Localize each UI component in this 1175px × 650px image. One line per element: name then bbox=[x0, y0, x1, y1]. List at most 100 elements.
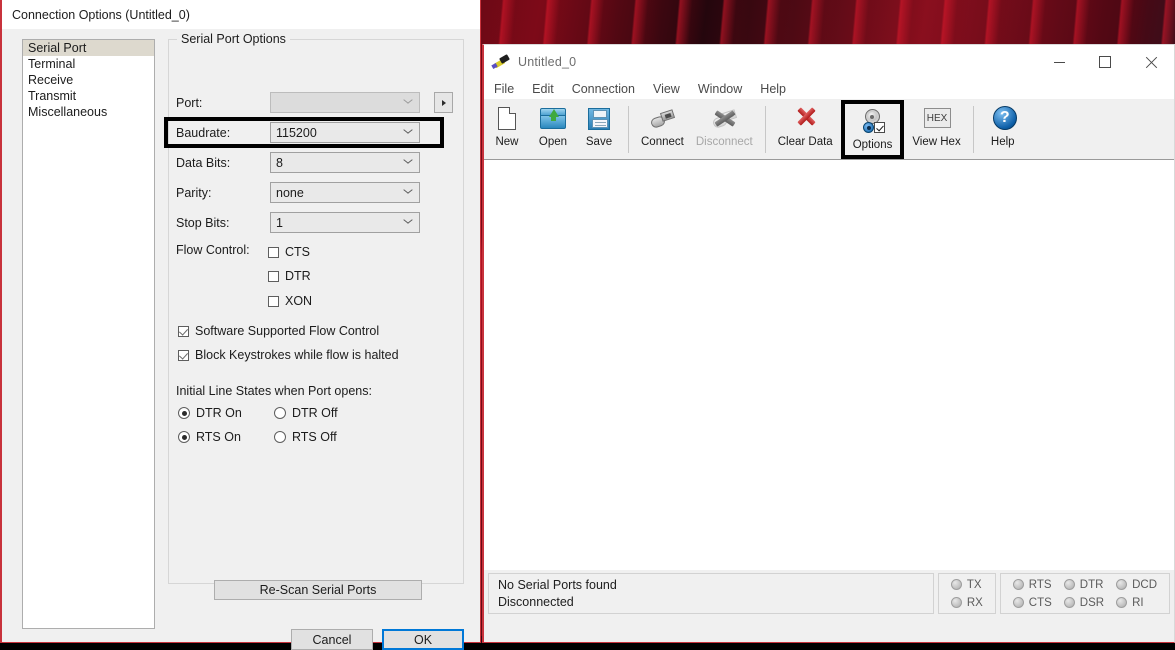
chevron-down-icon bbox=[404, 189, 412, 197]
radio-box-dtr-on bbox=[178, 407, 190, 419]
radio-dtr-off[interactable]: DTR Off bbox=[274, 404, 338, 422]
dialog-title: Connection Options (Untitled_0) bbox=[12, 7, 190, 22]
settings-category-list[interactable]: Serial Port Terminal Receive Transmit Mi… bbox=[22, 39, 155, 629]
led-label-dtr: DTR bbox=[1079, 578, 1104, 591]
field-data-bits: Data Bits: 8 bbox=[176, 152, 420, 173]
sidebar-item-terminal[interactable]: Terminal bbox=[23, 56, 154, 72]
checkbox-label-software-flow-control: Software Supported Flow Control bbox=[195, 324, 380, 338]
checkbox-box-cts bbox=[268, 246, 279, 258]
label-port: Port: bbox=[176, 95, 203, 110]
radio-rts-on[interactable]: RTS On bbox=[178, 428, 241, 446]
led-label-ri: RI bbox=[1132, 596, 1144, 609]
sidebar-item-serial-port[interactable]: Serial Port bbox=[23, 40, 154, 56]
connection-options-dialog: Connection Options (Untitled_0) Serial P… bbox=[0, 0, 481, 650]
minimize-button[interactable] bbox=[1036, 45, 1082, 79]
terminal-output-area[interactable] bbox=[484, 160, 1174, 570]
stop-bits-combobox[interactable]: 1 bbox=[270, 212, 420, 233]
open-folder-icon bbox=[537, 105, 569, 133]
toolbar-label-disconnect: Disconnect bbox=[695, 136, 753, 148]
checkbox-label-block-keystrokes: Block Keystrokes while flow is halted bbox=[195, 348, 399, 362]
sidebar-item-miscellaneous[interactable]: Miscellaneous bbox=[23, 104, 154, 120]
blue-question-help-icon: ? bbox=[987, 105, 1019, 133]
data-bits-combobox[interactable]: 8 bbox=[270, 152, 420, 173]
checkbox-xon[interactable]: XON bbox=[268, 292, 312, 310]
usb-connect-icon bbox=[646, 105, 678, 133]
menu-item-window[interactable]: Window bbox=[698, 82, 742, 96]
terminal-window-title: Untitled_0 bbox=[518, 55, 577, 69]
checkbox-label-xon: XON bbox=[285, 294, 313, 308]
led-indicator-rts: RTS bbox=[1012, 576, 1052, 594]
rescan-serial-ports-button[interactable]: Re-Scan Serial Ports bbox=[214, 580, 422, 600]
floppy-disk-icon bbox=[583, 105, 615, 133]
radio-box-rts-on bbox=[178, 431, 190, 443]
toolbar-button-save[interactable]: Save bbox=[576, 100, 622, 159]
label-stop-bits: Stop Bits: bbox=[176, 215, 230, 230]
toolbar-label-connect: Connect bbox=[641, 136, 684, 148]
triangle-right-icon bbox=[441, 99, 446, 106]
led-lamp-rts bbox=[1012, 579, 1024, 590]
baudrate-value: 115200 bbox=[276, 125, 317, 140]
toolbar-button-options[interactable]: Options bbox=[840, 100, 905, 159]
checkbox-label-cts: CTS bbox=[285, 245, 310, 259]
radio-box-dtr-off bbox=[274, 407, 286, 419]
ok-button[interactable]: OK bbox=[382, 629, 464, 650]
terminal-titlebar: Untitled_0 bbox=[484, 45, 1174, 79]
led-indicator-dcd: DCD bbox=[1116, 576, 1157, 594]
menu-item-view[interactable]: View bbox=[653, 82, 680, 96]
led-group-modem-lines: RTS CTS DTR DSR DCD RI bbox=[999, 573, 1170, 614]
parity-value: none bbox=[276, 185, 304, 200]
label-initial-line-states: Initial Line States when Port opens: bbox=[176, 384, 372, 398]
terminal-app-icon bbox=[491, 54, 510, 70]
status-line-ports: No Serial Ports found bbox=[498, 577, 617, 592]
checkbox-software-flow-control[interactable]: Software Supported Flow Control bbox=[178, 322, 379, 340]
led-label-tx: TX bbox=[966, 578, 982, 591]
led-label-dcd: DCD bbox=[1132, 578, 1157, 591]
port-combobox[interactable] bbox=[270, 92, 420, 113]
toolbar-button-open[interactable]: Open bbox=[530, 100, 576, 159]
checkbox-block-keystrokes[interactable]: Block Keystrokes while flow is halted bbox=[178, 346, 399, 364]
port-more-button[interactable] bbox=[434, 92, 453, 113]
menu-item-connection[interactable]: Connection bbox=[572, 82, 635, 96]
cancel-button[interactable]: Cancel bbox=[291, 629, 373, 650]
sidebar-item-receive[interactable]: Receive bbox=[23, 72, 154, 88]
label-data-bits: Data Bits: bbox=[176, 155, 231, 170]
radio-rts-off[interactable]: RTS Off bbox=[274, 428, 337, 446]
led-label-rts: RTS bbox=[1028, 578, 1052, 591]
status-line-connection: Disconnected bbox=[498, 594, 574, 609]
led-indicator-dtr: DTR bbox=[1063, 576, 1104, 594]
baudrate-combobox[interactable]: 115200 bbox=[270, 122, 420, 143]
led-lamp-dsr bbox=[1063, 597, 1075, 608]
maximize-button[interactable] bbox=[1082, 45, 1128, 79]
field-parity: Parity: none bbox=[176, 182, 420, 203]
radio-label-dtr-off: DTR Off bbox=[292, 406, 338, 420]
toolbar-label-clear-data: Clear Data bbox=[777, 136, 833, 148]
toolbar-button-view-hex[interactable]: HEX View Hex bbox=[906, 100, 966, 159]
led-lamp-dtr bbox=[1063, 579, 1075, 590]
toolbar-separator bbox=[764, 106, 766, 153]
menu-item-edit[interactable]: Edit bbox=[532, 82, 554, 96]
toolbar-label-new: New bbox=[495, 136, 519, 148]
field-port: Port: bbox=[176, 92, 420, 113]
status-bar: No Serial Ports found Disconnected TX RX… bbox=[484, 570, 1174, 618]
toolbar-button-connect[interactable]: Connect bbox=[635, 100, 690, 159]
led-indicator-tx: TX bbox=[950, 576, 983, 594]
dialog-titlebar: Connection Options (Untitled_0) bbox=[2, 0, 480, 29]
menu-item-help[interactable]: Help bbox=[760, 82, 786, 96]
toolbar-button-new[interactable]: New bbox=[484, 100, 530, 159]
checkbox-dtr[interactable]: DTR bbox=[268, 267, 311, 285]
radio-dtr-on[interactable]: DTR On bbox=[178, 404, 242, 422]
led-indicator-ri: RI bbox=[1116, 594, 1157, 612]
toolbar-button-clear-data[interactable]: Clear Data bbox=[772, 100, 839, 159]
radio-label-dtr-on: DTR On bbox=[196, 406, 242, 420]
sidebar-item-transmit[interactable]: Transmit bbox=[23, 88, 154, 104]
toolbar-label-open: Open bbox=[538, 136, 568, 148]
red-x-icon bbox=[789, 105, 821, 133]
parity-combobox[interactable]: none bbox=[270, 182, 420, 203]
close-button[interactable] bbox=[1128, 45, 1174, 79]
menu-item-file[interactable]: File bbox=[494, 82, 514, 96]
chevron-down-icon bbox=[404, 129, 412, 137]
toolbar-button-help[interactable]: ? Help bbox=[980, 100, 1026, 159]
checkbox-cts[interactable]: CTS bbox=[268, 243, 310, 261]
stop-bits-value: 1 bbox=[276, 215, 283, 230]
toolbar: New Open Save Connect Disconnect Clear D… bbox=[484, 100, 1174, 160]
